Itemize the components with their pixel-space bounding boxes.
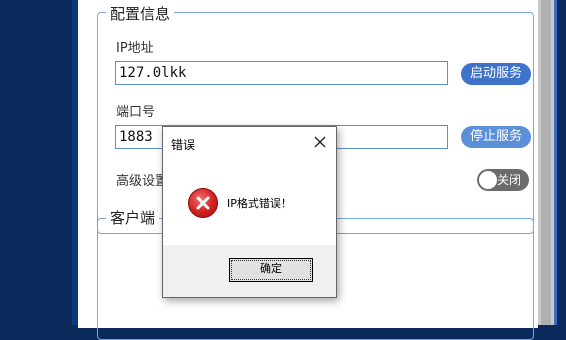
start-service-button[interactable]: 启动服务 <box>461 63 531 85</box>
window-border-right <box>554 0 557 325</box>
error-dialog: 错误 IP格式错误！ 确定 <box>162 126 337 298</box>
desktop-background <box>0 0 78 325</box>
port-label: 端口号 <box>116 105 156 120</box>
advanced-toggle[interactable]: 关闭 <box>477 169 529 191</box>
dialog-title: 错误 <box>171 138 196 152</box>
ok-button[interactable]: 确定 <box>229 258 313 282</box>
scrollbar-thumb[interactable] <box>541 0 551 325</box>
ok-button-focus-ring <box>231 260 311 280</box>
close-icon[interactable] <box>309 130 331 152</box>
toggle-label: 关闭 <box>497 173 522 187</box>
toggle-knob <box>479 171 497 189</box>
dialog-message: IP格式错误！ <box>227 197 292 210</box>
client-group-title: 客户端 <box>106 207 160 228</box>
config-group-title: 配置信息 <box>106 3 175 24</box>
error-icon <box>188 188 218 218</box>
advanced-settings-label: 高级设置 <box>116 174 169 189</box>
ip-label: IP地址 <box>116 41 154 56</box>
ip-input[interactable]: 127.0lkk <box>115 61 448 85</box>
stop-service-button[interactable]: 停止服务 <box>461 126 531 148</box>
